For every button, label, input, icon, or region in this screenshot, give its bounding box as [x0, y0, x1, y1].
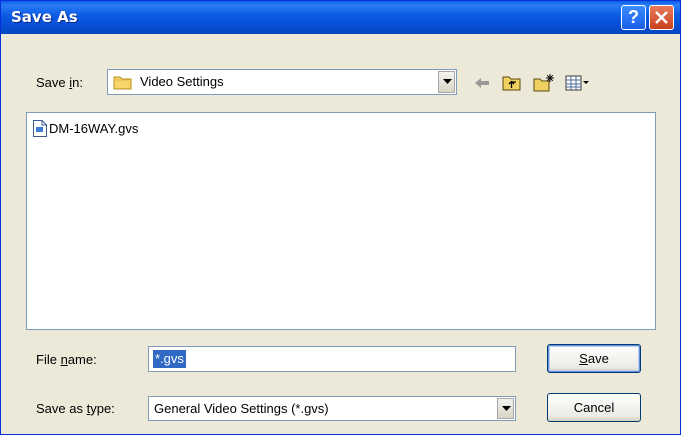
save-as-type-dropdown-button[interactable] — [497, 398, 514, 419]
dialog-title: Save As — [11, 8, 78, 26]
file-name-text: DM-16WAY.gvs — [49, 121, 139, 136]
folder-icon — [113, 76, 132, 90]
save-button[interactable]: Save — [547, 344, 641, 373]
save-as-type-label: Save as type: — [36, 401, 115, 416]
save-in-value: Video Settings — [140, 74, 224, 89]
save-as-dialog: Save As ? Save in: Video Settings DM-16W… — [0, 0, 681, 435]
up-folder-icon[interactable] — [501, 73, 523, 93]
help-button[interactable]: ? — [621, 5, 646, 30]
save-as-type-value: General Video Settings (*.gvs) — [154, 401, 329, 416]
file-name-value: *.gvs — [153, 350, 186, 368]
view-menu-icon[interactable] — [564, 73, 590, 93]
title-bar[interactable]: Save As ? — [1, 1, 680, 34]
file-name-input[interactable]: *.gvs — [148, 346, 516, 372]
save-in-label: Save in: — [36, 75, 83, 90]
save-in-dropdown[interactable]: Video Settings — [107, 69, 457, 95]
chevron-down-icon — [502, 406, 511, 411]
save-as-type-dropdown[interactable]: General Video Settings (*.gvs) — [148, 396, 516, 421]
save-in-dropdown-button[interactable] — [438, 71, 455, 93]
cancel-button[interactable]: Cancel — [547, 393, 641, 422]
close-icon — [655, 11, 668, 24]
gvs-file-icon — [33, 120, 47, 137]
chevron-down-icon — [443, 79, 452, 84]
back-arrow-icon[interactable] — [471, 73, 493, 93]
new-folder-icon[interactable] — [532, 73, 556, 93]
close-button[interactable] — [649, 5, 674, 30]
file-name-label: File name: — [36, 352, 97, 367]
file-list[interactable]: DM-16WAY.gvs — [26, 112, 656, 330]
